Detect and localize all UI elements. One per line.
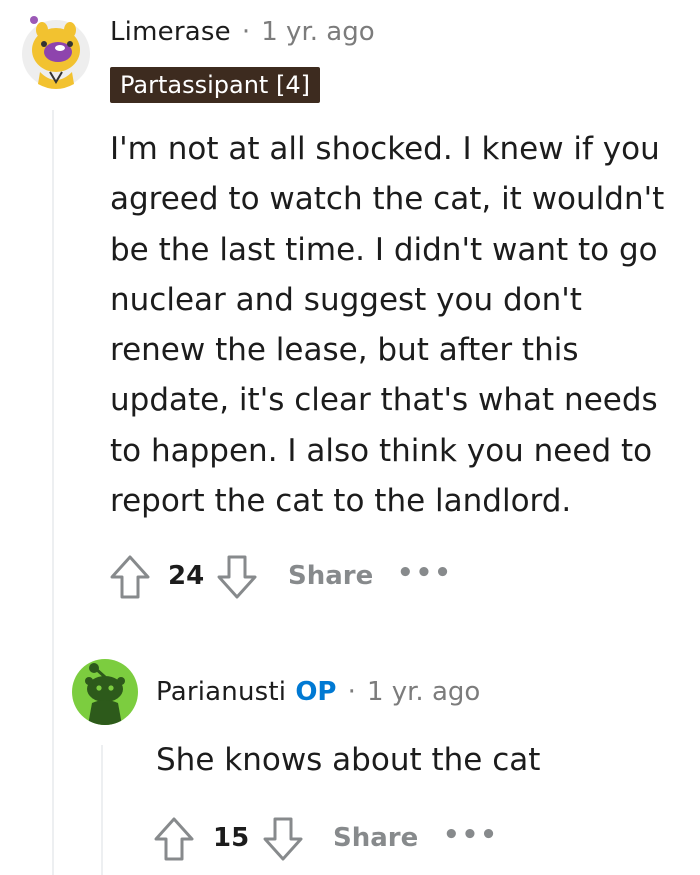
user-avatar[interactable] <box>20 10 92 92</box>
thread-line-reply[interactable] <box>101 745 103 875</box>
comment-meta: Parianusti OP · 1 yr. ago <box>156 677 480 707</box>
default-snoo-avatar-icon <box>85 663 125 725</box>
downvote-arrow-icon <box>263 817 303 861</box>
share-button[interactable]: Share <box>333 823 418 853</box>
upvote-button[interactable] <box>108 553 152 601</box>
more-options-button[interactable]: ••• <box>397 558 453 588</box>
user-avatar[interactable] <box>72 659 138 725</box>
user-flair: Partassipant [4] <box>110 67 320 103</box>
comment-body: She knows about the cat <box>156 742 541 778</box>
downvote-button[interactable] <box>261 815 305 863</box>
timestamp[interactable]: 1 yr. ago <box>261 17 374 47</box>
timestamp[interactable]: 1 yr. ago <box>367 677 480 707</box>
snoo-hamster-avatar-icon <box>22 16 90 89</box>
downvote-arrow-icon <box>217 555 257 599</box>
comment-meta: Limerase · 1 yr. ago <box>110 17 375 47</box>
vote-count: 24 <box>168 561 205 591</box>
upvote-arrow-icon <box>110 555 150 599</box>
upvote-arrow-icon <box>154 817 194 861</box>
downvote-button[interactable] <box>215 553 259 601</box>
share-button[interactable]: Share <box>288 561 373 591</box>
op-badge: OP <box>295 677 337 707</box>
comment-body: I'm not at all shocked. I knew if you ag… <box>110 131 665 520</box>
username[interactable]: Parianusti <box>156 677 286 707</box>
meta-separator: · <box>347 677 356 707</box>
vote-count: 15 <box>213 823 250 853</box>
more-options-button[interactable]: ••• <box>443 820 499 850</box>
username[interactable]: Limerase <box>110 17 231 47</box>
upvote-button[interactable] <box>152 815 196 863</box>
meta-separator: · <box>241 17 251 47</box>
thread-line[interactable] <box>52 110 54 875</box>
